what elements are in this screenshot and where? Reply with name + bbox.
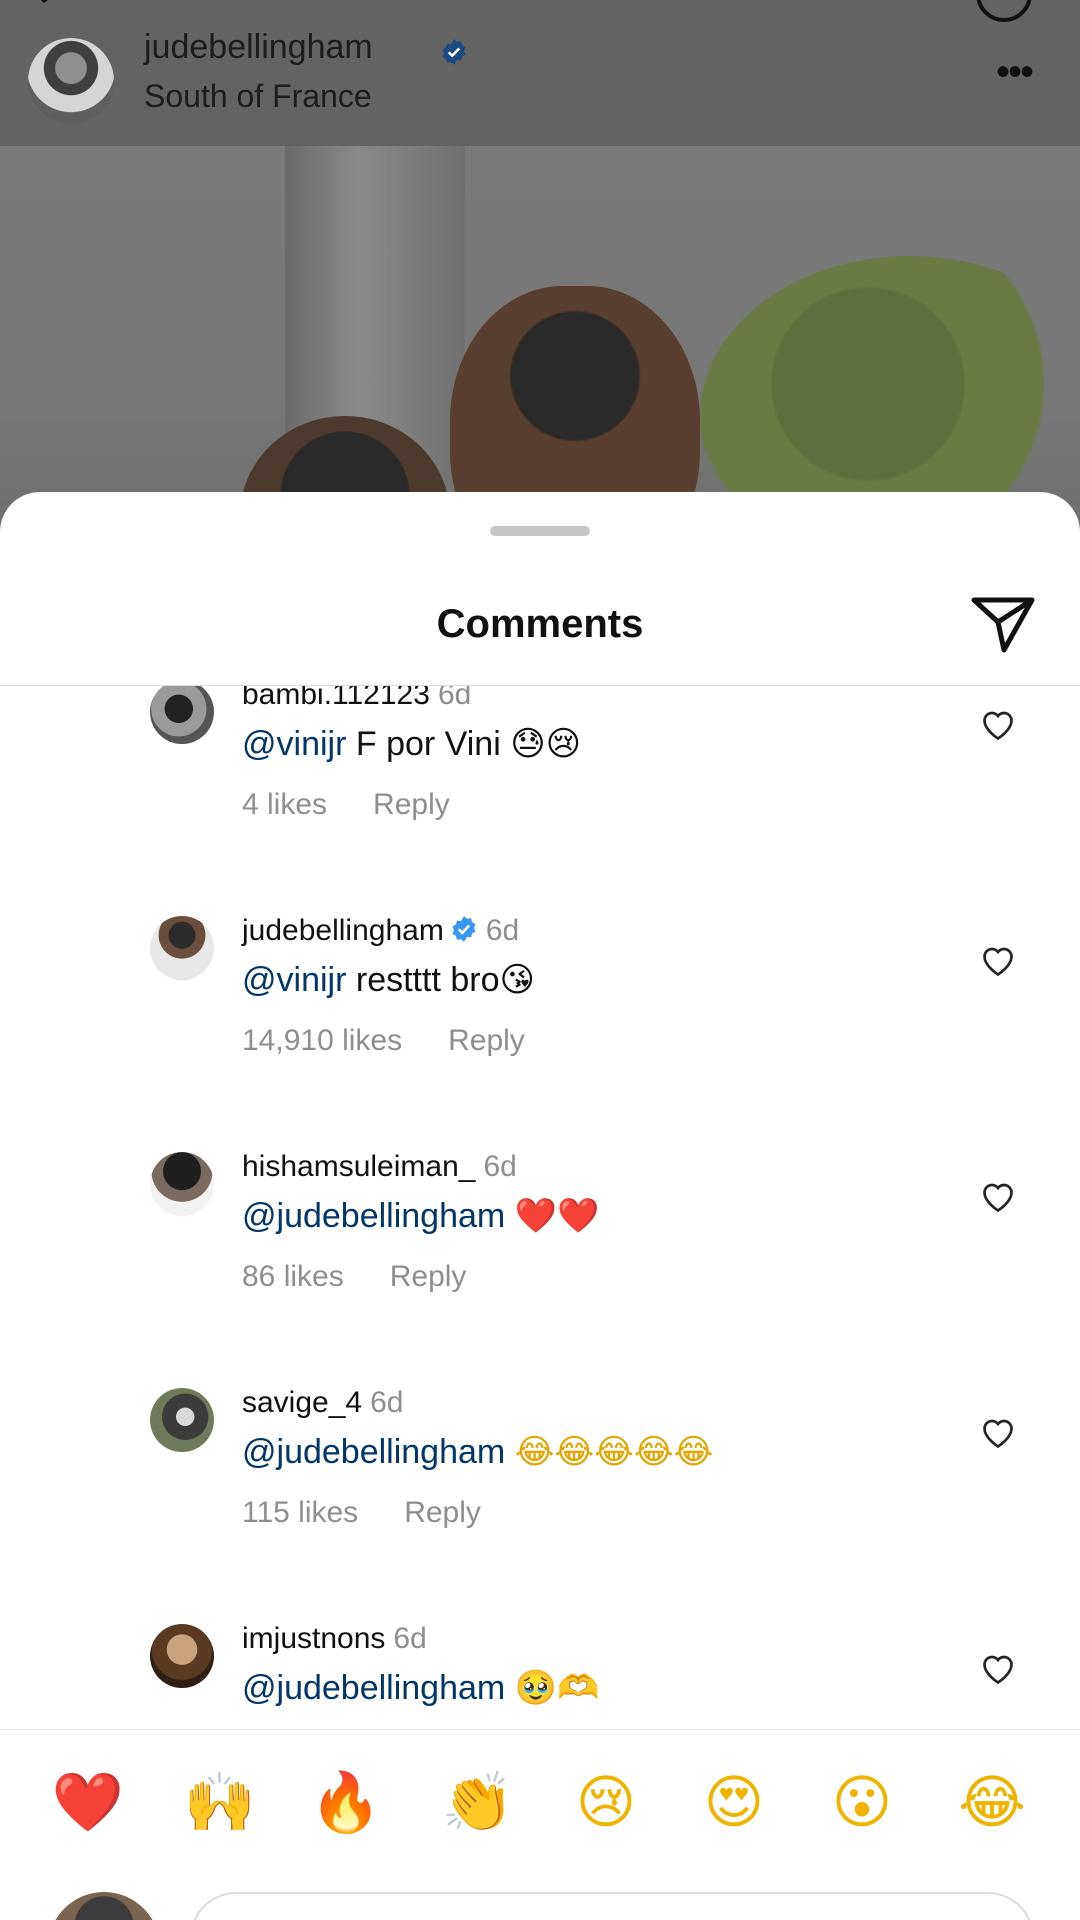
comment-item: imjustnons 6d @judebellingham 🥹🫶	[0, 1622, 1080, 1722]
comment-meta: 14,910 likes Reply	[242, 1024, 525, 1058]
comments-list[interactable]: bambi.112123 6d @vinijr F por Vini 😓😢 4 l…	[0, 686, 1080, 1722]
reaction-laughing-emoji[interactable]: 😂	[952, 1762, 1032, 1842]
comment-reply-button[interactable]: Reply	[373, 788, 450, 821]
heart-icon[interactable]	[980, 944, 1016, 978]
comment-avatar[interactable]	[150, 916, 214, 980]
post-location[interactable]: South of France	[144, 78, 372, 115]
comment-text: @judebellingham ❤️❤️	[242, 1196, 599, 1236]
comment-likes[interactable]: 86 likes	[242, 1260, 344, 1293]
comment-time: 6d	[370, 1386, 404, 1419]
comment-meta: 4 likes Reply	[242, 788, 450, 822]
comment-text: @judebellingham 🥹🫶	[242, 1668, 599, 1708]
comment-likes[interactable]: 115 likes	[242, 1496, 358, 1529]
comment-mention[interactable]: @vinijr	[242, 961, 346, 999]
comment-body	[505, 1197, 514, 1235]
heart-icon[interactable]	[980, 1416, 1016, 1450]
post-header: judebellingham South of France •••	[0, 0, 1080, 147]
comment-mention[interactable]: @judebellingham	[242, 1433, 505, 1471]
comment-reply-button[interactable]: Reply	[390, 1260, 467, 1293]
comment-body	[505, 1433, 514, 1471]
comment-username[interactable]: bambi.112123	[242, 686, 430, 711]
comment-item: hishamsuleiman_ 6d @judebellingham ❤️❤️ 8…	[0, 1150, 1080, 1388]
reactions-divider	[0, 1729, 1080, 1730]
post-author-username[interactable]: judebellingham	[144, 28, 373, 67]
comment-avatar[interactable]	[150, 686, 214, 744]
reaction-surprised-emoji[interactable]: 😮	[822, 1762, 902, 1842]
composer-avatar	[48, 1892, 160, 1920]
reaction-raised-hands-emoji[interactable]: 🙌	[180, 1762, 260, 1842]
comment-time: 6d	[437, 686, 472, 711]
comment-header: imjustnons 6d	[242, 1622, 427, 1656]
comment-likes[interactable]: 4 likes	[242, 788, 327, 821]
comment-header: savige_4 6d	[242, 1386, 403, 1420]
comment-item: savige_4 6d @judebellingham 😂😂😂😂😂 115 lik…	[0, 1386, 1080, 1624]
comment-emoji: 😘	[499, 960, 535, 1000]
comment-reply-button[interactable]: Reply	[448, 1024, 525, 1057]
quick-reactions-bar: ❤️ 🙌 🔥 👏 😢 😍 😮 😂	[0, 1762, 1080, 1862]
comment-item: judebellingham 6d @vinijr restttt bro😘 1…	[0, 914, 1080, 1152]
sheet-title: Comments	[436, 602, 644, 646]
reaction-heart-eyes-emoji[interactable]: 😍	[694, 1762, 774, 1842]
comment-mention[interactable]: @vinijr	[242, 725, 346, 763]
comment-header: hishamsuleiman_ 6d	[242, 1150, 517, 1184]
comment-meta: 86 likes Reply	[242, 1260, 466, 1294]
back-arrow-icon[interactable]	[30, 0, 70, 20]
verified-badge-icon	[452, 916, 476, 942]
reaction-crying-emoji[interactable]: 😢	[566, 1762, 646, 1842]
comment-mention[interactable]: @judebellingham	[242, 1197, 505, 1235]
comment-time: 6d	[393, 1622, 427, 1655]
comment-emoji: 😓😢	[510, 724, 582, 764]
comment-text: @judebellingham 😂😂😂😂😂	[242, 1432, 713, 1472]
comment-mention[interactable]: @judebellingham	[242, 1669, 505, 1707]
comment-username[interactable]: imjustnons	[242, 1622, 385, 1655]
comment-avatar[interactable]	[150, 1388, 214, 1452]
comment-username[interactable]: judebellingham	[242, 914, 444, 947]
reaction-heart-emoji[interactable]: ❤️	[48, 1762, 128, 1842]
verified-badge-icon	[442, 39, 466, 65]
heart-icon[interactable]	[980, 1180, 1016, 1214]
comment-time: 6d	[485, 914, 520, 947]
comment-avatar[interactable]	[150, 1152, 214, 1216]
comment-body: restttt bro	[346, 961, 500, 999]
comment-reply-button[interactable]: Reply	[404, 1496, 481, 1529]
more-options-icon[interactable]: •••	[996, 50, 1034, 95]
reaction-fire-emoji[interactable]: 🔥	[306, 1762, 386, 1842]
heart-icon[interactable]	[980, 708, 1016, 742]
comment-time: 6d	[483, 1150, 517, 1183]
comment-body	[505, 1669, 514, 1707]
post-author-avatar[interactable]	[28, 38, 114, 124]
comment-header: judebellingham 6d	[242, 914, 519, 948]
comment-meta: 115 likes Reply	[242, 1496, 481, 1530]
sheet-drag-handle[interactable]	[490, 526, 590, 536]
share-icon[interactable]	[970, 592, 1036, 658]
heart-icon[interactable]	[980, 1652, 1016, 1686]
comment-input[interactable]	[190, 1892, 1034, 1920]
comment-emoji: ❤️❤️	[514, 1196, 600, 1236]
comment-username[interactable]: hishamsuleiman_	[242, 1150, 475, 1183]
comment-emoji: 🥹🫶	[514, 1668, 600, 1708]
comment-text: @vinijr F por Vini 😓😢	[242, 724, 581, 764]
comment-likes[interactable]: 14,910 likes	[242, 1024, 402, 1057]
comment-body: F por Vini	[346, 725, 511, 763]
reaction-clapping-emoji[interactable]: 👏	[438, 1762, 518, 1842]
comment-text: @vinijr restttt bro😘	[242, 960, 535, 1000]
comment-username[interactable]: savige_4	[242, 1386, 362, 1419]
comment-emoji: 😂😂😂😂😂	[514, 1432, 714, 1472]
comment-item: bambi.112123 6d @vinijr F por Vini 😓😢 4 l…	[0, 686, 1080, 916]
comment-avatar[interactable]	[150, 1624, 214, 1688]
post-background: judebellingham South of France •••	[0, 0, 1080, 560]
comment-header: bambi.112123 6d	[242, 686, 471, 712]
comments-sheet: Comments bambi.112123 6d @vinijr F por Vi…	[0, 492, 1080, 1920]
profile-circle-icon[interactable]	[976, 0, 1032, 22]
